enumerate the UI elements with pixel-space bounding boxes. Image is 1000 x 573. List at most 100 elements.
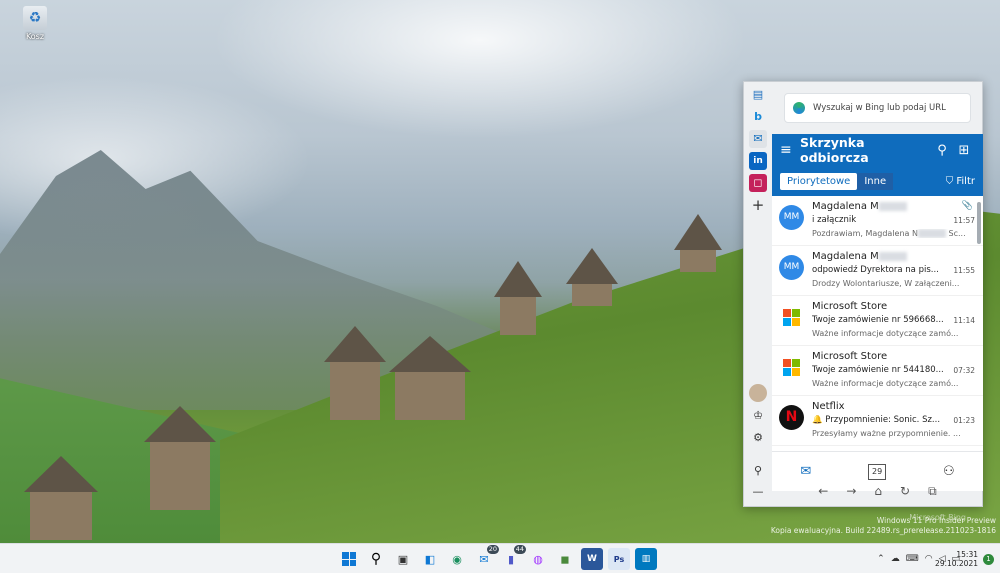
stone-hut (395, 370, 465, 420)
mail-tabs: Priorytetowe Inne ⛉ Filtr (772, 166, 983, 196)
mail-badge: 20 (486, 545, 499, 554)
message-subject: odpowiedź Dyrektora na pis... (812, 265, 939, 275)
message-sender-wrap: Magdalena M (812, 201, 907, 212)
back-icon[interactable]: ← (818, 484, 828, 498)
task-view-icon[interactable]: ▣ (392, 548, 414, 570)
home-icon[interactable]: ⌂ (874, 484, 882, 498)
attachment-icon: 📎 (961, 201, 973, 211)
forward-icon[interactable]: → (846, 484, 856, 498)
chevron-up-icon[interactable]: ⌃ (877, 554, 885, 564)
tools-icon[interactable]: ▤ (749, 86, 767, 104)
stone-hut (150, 440, 210, 510)
clock[interactable]: 15:31 29.10.2021 (935, 550, 978, 568)
message-sender: Magdalena M (812, 201, 879, 212)
scrollbar-thumb[interactable] (977, 202, 981, 244)
stone-hut (680, 248, 716, 272)
app-icon[interactable]: ◼ (554, 548, 576, 570)
hamburger-icon[interactable]: ≡ (780, 142, 800, 158)
people-icon[interactable]: ⚇ (943, 464, 955, 479)
messenger-icon[interactable]: ◍ (527, 548, 549, 570)
minimize-icon[interactable]: — (749, 483, 767, 501)
avatar: MM (779, 255, 804, 280)
message-preview-wrap: Pozdrawiam, Magdalena N Sc... (812, 229, 967, 238)
message-subject: Twoje zamówienie nr 544180... (812, 365, 944, 375)
search-icon[interactable]: ⚲ (931, 143, 953, 158)
taskbar-apps: ⚲ ▣ ◧ ◉ ✉ 20 ▮ 44 ◍ ◼ W Ps ▥ (338, 544, 657, 573)
clock-time: 15:31 (956, 550, 978, 559)
games-icon[interactable]: ♔ (749, 407, 767, 425)
message-preview: Drodzy Wolontariusze, W załączeni... (812, 279, 960, 288)
stone-hut (330, 360, 380, 420)
mail-header: ≡ Skrzynka odbiorcza ⚲ ⊞ (772, 134, 983, 166)
watermark-line: Windows 11 Pro Insider Preview (876, 516, 996, 525)
mail-icon[interactable]: ✉ (800, 464, 811, 479)
taskbar: ⚲ ▣ ◧ ◉ ✉ 20 ▮ 44 ◍ ◼ W Ps ▥ ⌃ ☁ ⌨ ◠ ◁ ▭ 1… (0, 543, 1000, 573)
sidebar-rail: ▤ b ✉ in ◻ + ♔ ⚙ ⚲ — (744, 82, 772, 506)
watermark-line: Kopia ewaluacyjna. Build 22489.rs_prerel… (770, 526, 996, 535)
message-sender: Netflix (812, 401, 845, 412)
photoshop-icon[interactable]: Ps (608, 548, 630, 570)
word-icon[interactable]: W (581, 548, 603, 570)
message-preview: Ważne informacje dotyczące zamó... (812, 329, 959, 338)
message-time: 11:14 (953, 316, 975, 325)
profile-icon[interactable] (749, 384, 767, 402)
start-button[interactable] (338, 548, 360, 570)
bing-search-box[interactable]: Wyszukaj w Bing lub podaj URL (784, 93, 971, 123)
edge-icon[interactable]: ◉ (446, 548, 468, 570)
netflix-logo-icon: N (779, 405, 804, 430)
tab-other[interactable]: Inne (857, 172, 894, 190)
notification-badge[interactable]: 1 (983, 554, 994, 565)
filter-icon: ⛉ (945, 175, 957, 187)
trello-icon[interactable]: ▥ (635, 548, 657, 570)
message-item[interactable]: Microsoft Store Twoje zamówienie nr 5441… (772, 346, 983, 396)
stone-hut (572, 282, 612, 306)
sidebar-content: Wyszukaj w Bing lub podaj URL ≡ Skrzynka… (772, 82, 983, 506)
message-time: 11:57 (953, 216, 975, 225)
keyboard-icon[interactable]: ⌨ (906, 554, 919, 564)
outlook-icon[interactable]: ✉ (749, 130, 767, 148)
add-icon[interactable]: + (749, 196, 767, 214)
message-list-scrollbar[interactable] (977, 196, 982, 446)
bing-icon[interactable]: b (749, 108, 767, 126)
clock-date: 29.10.2021 (935, 559, 978, 568)
edge-icon (793, 102, 805, 114)
recycle-bin-icon: ♻ (23, 6, 47, 30)
message-sender: Microsoft Store (812, 351, 888, 362)
office-icon[interactable]: ◻ (749, 174, 767, 192)
calendar-icon[interactable]: 29 (868, 463, 887, 480)
filter-button[interactable]: ⛉ Filtr (946, 176, 975, 187)
message-time: 07:32 (953, 366, 975, 375)
new-mail-icon[interactable]: ⊞ (953, 143, 975, 158)
stone-hut (30, 490, 92, 540)
outlook-mail-pane: ≡ Skrzynka odbiorcza ⚲ ⊞ Priorytetowe In… (772, 134, 983, 491)
teams-icon[interactable]: ▮ 44 (500, 545, 526, 570)
message-time: 11:55 (953, 266, 975, 275)
search-icon[interactable]: ⚲ (365, 548, 387, 570)
redaction (878, 201, 907, 211)
recycle-bin[interactable]: ♻ Kosz (14, 6, 56, 41)
mail-app-icon[interactable]: ✉ 20 (473, 545, 499, 570)
message-item[interactable]: MM Magdalena M odpowiedź Dyrektora na pi… (772, 246, 983, 296)
linkedin-icon[interactable]: in (749, 152, 767, 170)
message-item[interactable]: Microsoft Store Twoje zamówienie nr 5966… (772, 296, 983, 346)
open-in-tab-icon[interactable]: ⧉ (928, 484, 937, 499)
message-item[interactable]: N Netflix 🔔 Przypomnienie: Sonic. Sz... … (772, 396, 983, 446)
stone-hut (500, 295, 536, 335)
cloud-icon[interactable]: ☁ (891, 554, 900, 564)
windows-icon (342, 552, 356, 566)
avatar: MM (779, 205, 804, 230)
refresh-icon[interactable]: ↻ (900, 484, 910, 498)
search-placeholder: Wyszukaj w Bing lub podaj URL (813, 103, 946, 113)
settings-icon[interactable]: ⚙ (749, 429, 767, 447)
wifi-icon[interactable]: ◠ (925, 554, 933, 564)
message-item[interactable]: MM Magdalena M 📎 i załącznik 11:57 Pozdr… (772, 196, 983, 246)
pin-icon[interactable]: ⚲ (749, 462, 767, 480)
message-sender: Microsoft Store (812, 301, 888, 312)
message-preview: Pozdrawiam, Magdalena N (812, 229, 918, 238)
widgets-icon[interactable]: ◧ (419, 548, 441, 570)
tab-focused[interactable]: Priorytetowe (780, 172, 858, 190)
message-subject: i załącznik (812, 215, 857, 225)
edge-sidebar-panel: ▤ b ✉ in ◻ + ♔ ⚙ ⚲ — Wyszukaj w Bing lub… (743, 81, 983, 507)
redaction (917, 229, 946, 238)
mail-folder-title: Skrzynka odbiorcza (800, 135, 869, 165)
